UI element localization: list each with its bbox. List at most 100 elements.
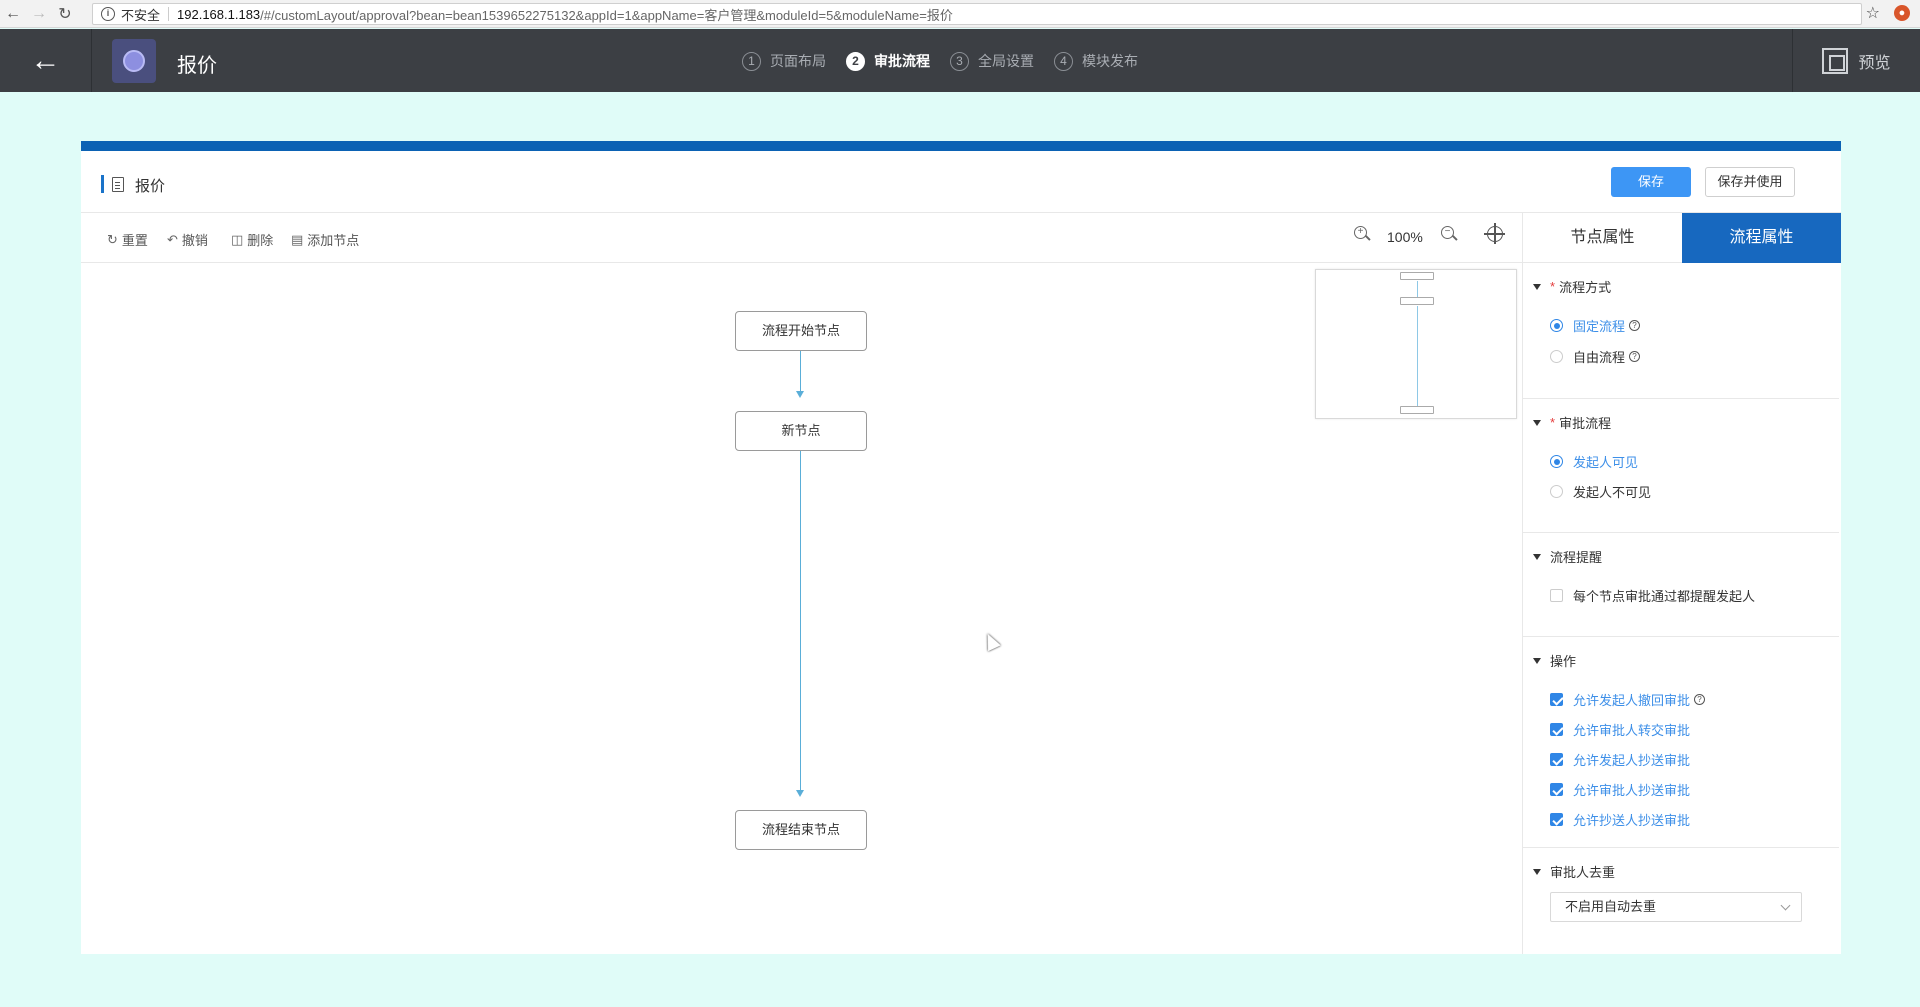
tab-node-properties[interactable]: 节点属性 [1523, 213, 1682, 263]
checkbox-cc-recipient-cc[interactable]: 允许抄送人抄送审批 [1550, 810, 1690, 829]
option-label: 允许发起人抄送审批 [1573, 753, 1691, 768]
reload-icon[interactable]: ↻ [52, 0, 78, 28]
dedupe-select[interactable]: 不启用自动去重 [1550, 892, 1802, 922]
radio-fixed-flow[interactable]: 固定流程 ? [1550, 316, 1641, 335]
minimap-node [1400, 272, 1434, 280]
not-secure-label: 不安全 [121, 7, 161, 23]
locate-center-icon[interactable] [1484, 223, 1505, 244]
zoom-in-glyph: + [1354, 226, 1367, 239]
minimap-line [1417, 306, 1418, 406]
help-icon[interactable]: ? [1694, 694, 1706, 705]
step-number: 2 [846, 51, 865, 71]
tab-flow-properties[interactable]: 流程属性 [1682, 213, 1841, 263]
info-icon[interactable]: i [101, 7, 115, 21]
section-title: 流程方式 [1559, 280, 1612, 295]
zoom-out-handle [1452, 235, 1458, 241]
option-label: 发起人可见 [1573, 455, 1639, 470]
preview-label: 预览 [1858, 54, 1891, 72]
option-label: 每个节点审批通过都提醒发起人 [1573, 589, 1756, 604]
reset-button[interactable]: ↻ 重置 [107, 230, 148, 249]
required-marker: * [1550, 415, 1556, 430]
connector-arrow [796, 391, 804, 398]
option-label: 允许审批人转交审批 [1573, 723, 1691, 738]
minimap[interactable] [1315, 269, 1517, 419]
option-label: 发起人不可见 [1573, 485, 1652, 500]
bookmark-star-icon[interactable]: ☆ [1866, 3, 1880, 23]
step-number: 3 [950, 51, 969, 71]
flow-start-node[interactable]: 流程开始节点 [735, 311, 867, 351]
section-approval-flow: * 审批流程 发起人可见 发起人不可见 [1523, 413, 1839, 533]
app-title: 报价 [177, 55, 217, 77]
undo-label: 撤销 [181, 233, 208, 248]
checkbox-checked [1550, 693, 1563, 706]
delete-button[interactable]: ◫ 删除 [231, 230, 273, 249]
zoom-in-icon[interactable]: + [1354, 226, 1372, 244]
forward-arrow-icon[interactable]: → [26, 0, 52, 28]
caret-down-icon [1533, 868, 1541, 875]
section-header[interactable]: * 流程方式 [1533, 277, 1611, 296]
minimap-node [1400, 297, 1434, 305]
save-and-use-button[interactable]: 保存并使用 [1705, 167, 1795, 197]
radio-initiator-visible[interactable]: 发起人可见 [1550, 452, 1638, 471]
flow-end-node[interactable]: 流程结束节点 [735, 810, 867, 850]
section-header[interactable]: 流程提醒 [1533, 547, 1602, 566]
section-title: 审批人去重 [1550, 865, 1616, 880]
step-number: 1 [742, 51, 761, 71]
radio-checked [1550, 455, 1563, 468]
module-icon [123, 50, 145, 72]
step-page-layout[interactable]: 1 页面布局 [742, 51, 826, 71]
mouse-cursor-icon [981, 630, 1001, 652]
step-approval-flow[interactable]: 2 审批流程 [846, 51, 930, 71]
section-approver-dedupe: 审批人去重 不启用自动去重 [1523, 862, 1839, 942]
browser-toolbar: ← → ↻ i 不安全 192.168.1.183 /#/customLayou… [0, 0, 1920, 28]
radio-free-flow[interactable]: 自由流程 ? [1550, 347, 1641, 366]
section-operations: 操作 允许发起人撤回审批 ? 允许审批人转交审批 允许发起人抄送审批 允许审批人… [1523, 651, 1839, 848]
section-flow-reminder: 流程提醒 每个节点审批通过都提醒发起人 [1523, 547, 1839, 637]
address-separator [168, 7, 170, 21]
back-button[interactable]: ← [0, 29, 92, 92]
checkbox-allow-transfer[interactable]: 允许审批人转交审批 [1550, 720, 1690, 739]
minimap-line [1417, 281, 1418, 297]
properties-panel: 节点属性 流程属性 * 流程方式 固定流程 ? 自由流程 ? * 审批流程 发起… [1522, 213, 1841, 954]
checkbox-remind-initiator[interactable]: 每个节点审批通过都提醒发起人 [1550, 586, 1755, 605]
title-accent-bar [101, 175, 104, 193]
checkbox-allow-recall[interactable]: 允许发起人撤回审批 ? [1550, 690, 1706, 709]
help-icon[interactable]: ? [1629, 351, 1641, 362]
preview-button[interactable]: 预览 [1792, 29, 1920, 92]
checkbox-checked [1550, 723, 1563, 736]
step-global-settings[interactable]: 3 全局设置 [950, 51, 1034, 71]
step-number: 4 [1054, 51, 1073, 71]
arrow-left-icon: ← [30, 43, 61, 77]
step-label: 页面布局 [770, 53, 826, 69]
zoom-out-icon[interactable]: − [1441, 226, 1459, 244]
back-arrow-icon[interactable]: ← [0, 0, 26, 28]
flow-new-node[interactable]: 新节点 [735, 411, 867, 451]
save-button[interactable]: 保存 [1611, 167, 1691, 197]
flow-canvas[interactable]: 流程开始节点 新节点 流程结束节点 [81, 264, 1522, 954]
section-header[interactable]: * 审批流程 [1533, 413, 1611, 432]
minimap-node [1400, 406, 1434, 414]
option-label: 允许审批人抄送审批 [1573, 783, 1691, 798]
help-icon[interactable]: ? [1629, 320, 1641, 331]
card-accent-bar [81, 141, 1841, 151]
radio-initiator-invisible[interactable]: 发起人不可见 [1550, 482, 1651, 501]
undo-button[interactable]: ↶ 撤销 [167, 230, 208, 249]
address-bar[interactable]: i 不安全 192.168.1.183 /#/customLayout/appr… [92, 3, 1862, 25]
trash-icon: ◫ [231, 231, 244, 247]
url-path: /#/customLayout/approval?bean=bean153965… [260, 7, 953, 23]
step-module-publish[interactable]: 4 模块发布 [1054, 51, 1138, 71]
section-header[interactable]: 审批人去重 [1533, 862, 1615, 881]
section-header[interactable]: 操作 [1533, 651, 1576, 670]
zoom-level: 100% [1387, 229, 1423, 245]
connector-line [800, 451, 801, 791]
app-logo [112, 39, 156, 83]
chevron-down-icon [1780, 900, 1791, 911]
checkbox-approver-cc[interactable]: 允许审批人抄送审批 [1550, 780, 1690, 799]
checkbox-initiator-cc[interactable]: 允许发起人抄送审批 [1550, 750, 1690, 769]
extension-icon[interactable]: ● [1894, 5, 1910, 21]
add-node-button[interactable]: ▤ 添加节点 [291, 230, 359, 249]
canvas-toolbar: ↻ 重置 ↶ 撤销 ◫ 删除 ▤ 添加节点 + 100% − [81, 213, 1522, 263]
caret-down-icon [1533, 419, 1541, 426]
reset-label: 重置 [121, 233, 148, 248]
caret-down-icon [1533, 657, 1541, 664]
